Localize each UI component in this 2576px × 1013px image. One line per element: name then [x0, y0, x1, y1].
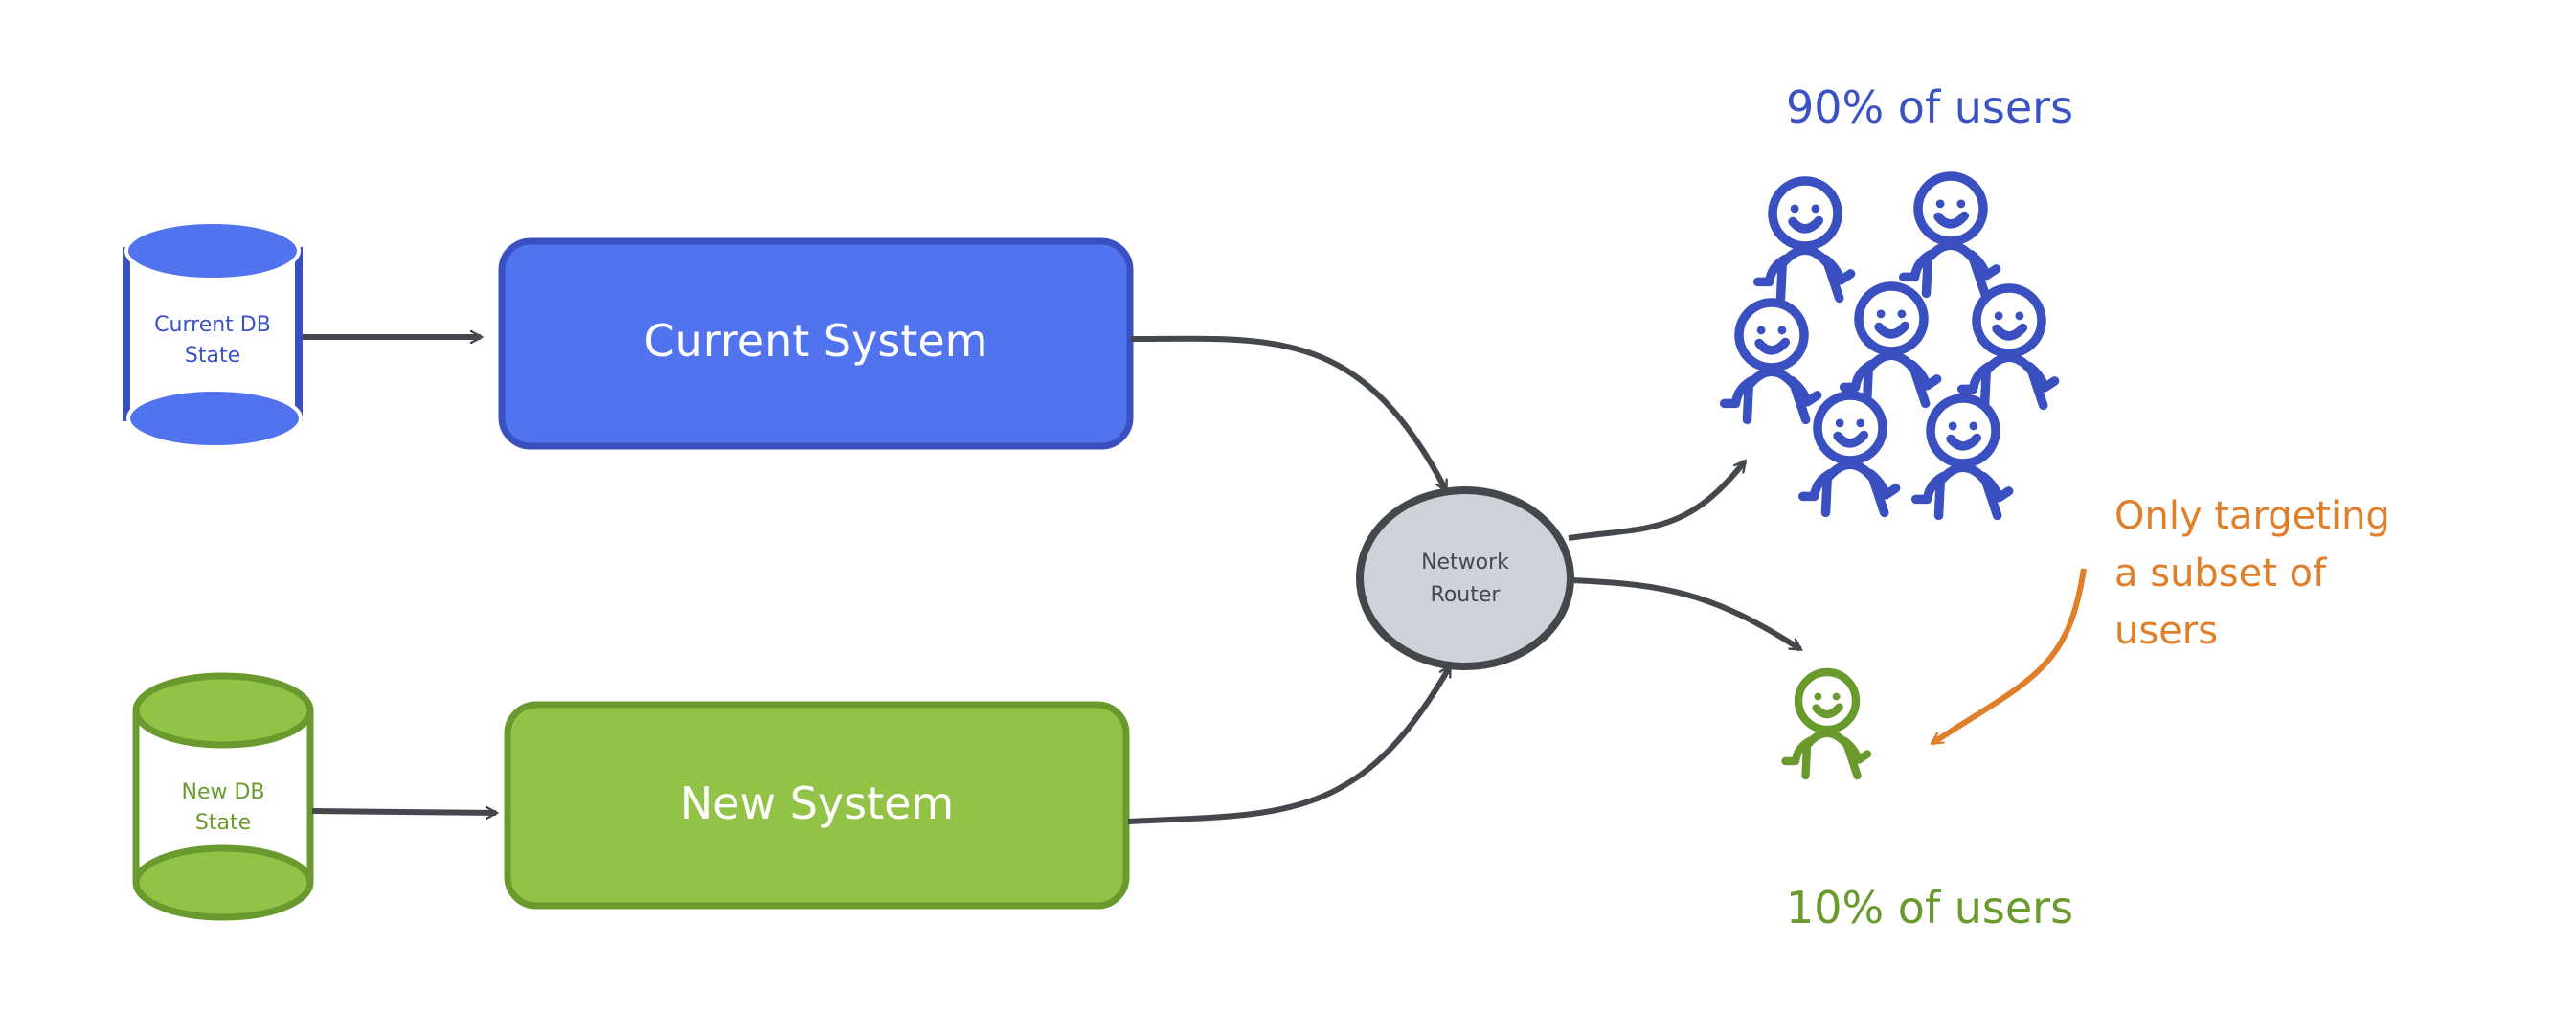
minority-people-group	[1781, 667, 1872, 780]
new-system-label: New System	[680, 777, 955, 829]
person-icon	[1752, 176, 1856, 304]
current-system-box: Current System	[498, 237, 1134, 450]
router-label: Network	[1421, 551, 1509, 574]
minority-label: 10% of users	[1786, 882, 2073, 934]
annotation-line1: Only targeting	[2114, 494, 2390, 538]
person-icon	[1781, 667, 1872, 780]
current-db-state: Current DB State	[123, 220, 303, 449]
person-icon	[1797, 391, 1901, 518]
new-db-label: New DB	[181, 780, 264, 804]
current-system-label: Current System	[644, 315, 988, 367]
current-db-label-line2: State	[185, 344, 240, 368]
arrow-new-db-to-new-system	[311, 811, 496, 813]
annotation-line3: users	[2114, 609, 2218, 653]
network-router: Network Router	[1356, 486, 1574, 670]
canary-release-diagram: Current DB State Current System New DB S…	[123, 81, 2390, 934]
arrow-current-system-to-router	[1130, 335, 1449, 490]
annotation: Only targeting a subset of users	[1932, 494, 2390, 746]
person-icon	[1898, 171, 2001, 299]
annotation-line2: a subset of	[2114, 552, 2327, 596]
new-system-box: New System	[504, 701, 1130, 910]
new-db-state: New DB State	[132, 672, 314, 921]
person-icon	[1910, 394, 2014, 521]
router-label-line2: Router	[1431, 583, 1502, 607]
person-icon	[1839, 281, 1942, 409]
arrow-router-to-majority	[1568, 461, 1748, 541]
person-icon	[1956, 283, 2060, 411]
majority-people-group	[1719, 171, 2060, 521]
majority-label: 90% of users	[1786, 81, 2073, 133]
person-icon	[1719, 298, 1822, 425]
annotation-arrow	[1932, 568, 2087, 746]
arrow-router-to-minority	[1570, 577, 1800, 652]
arrow-new-system-to-router	[1127, 666, 1453, 824]
current-db-label: Current DB	[154, 313, 271, 337]
new-db-label-line2: State	[195, 811, 251, 835]
